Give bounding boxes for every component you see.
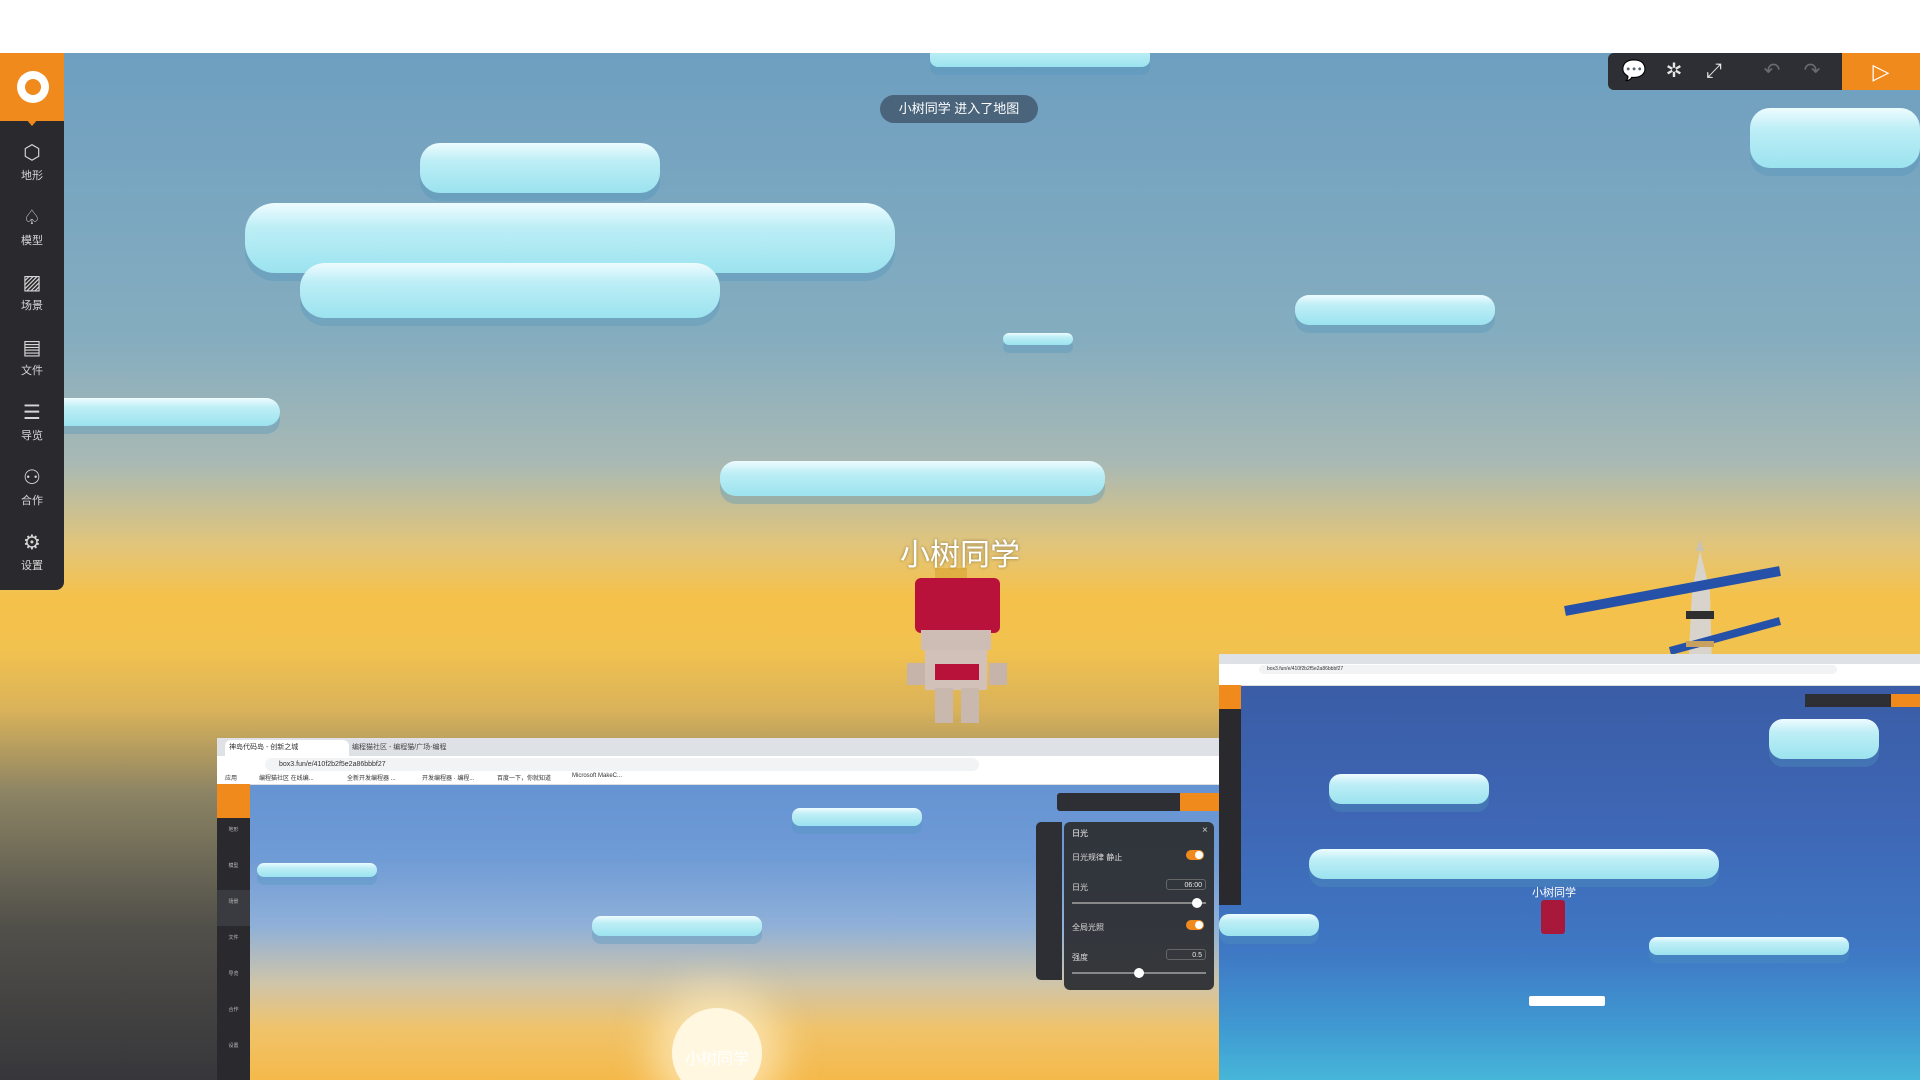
url-field[interactable]: box3.fun/e/410f2b2f5e2a86bbbf27 [265,758,979,771]
sidebar-item-guide[interactable]: ☰ 导览 [0,398,64,458]
sidebar-item-label: 设置 [21,560,43,572]
sun [672,1008,762,1080]
player-avatar [907,568,1007,723]
comment-icon[interactable]: 💬 [1616,53,1652,90]
sidebar-item-label: 合作 [21,495,43,507]
sidebar-item-settings[interactable]: ⚙ 设置 [0,528,64,588]
browser-address-area: box3.fun/e/410f2b2f5e2a86bbbf27 [1219,664,1920,686]
close-icon[interactable]: × [1202,825,1208,836]
cloud [1295,295,1495,325]
inner-sidebar-item[interactable]: 模型 [217,854,250,890]
setting-label: 全局光照 [1072,923,1104,932]
join-notification: 小树同学 进入了地图 [880,95,1038,123]
inner-sidebar: 地形 模型 场景 文件 导览 合作 设置 [217,784,250,1080]
bookmark[interactable]: 编程猫社区 在线编... [259,773,314,782]
cloud [1750,108,1920,168]
url-field[interactable]: box3.fun/e/410f2b2f5e2a86bbbf27 [1259,665,1837,674]
player-name-label: 小树同学 [900,539,1020,572]
bookmark[interactable]: 全新开发编程器 ... [347,773,396,782]
inner-sidebar-item[interactable]: 地形 [217,818,250,854]
sunlight-cycle-toggle[interactable] [1186,850,1204,860]
cloud [300,263,720,318]
bookmark[interactable]: 百度一下，你就知道 [497,773,551,782]
sidebar-item-collab[interactable]: ⚇ 合作 [0,463,64,523]
bug-icon[interactable]: ✲ [1656,53,1692,90]
cloud [420,143,660,193]
setting-label: 日光规律 静止 [1072,853,1123,862]
sidebar-item-label: 地形 [21,170,43,182]
sidebar-item-label: 模型 [21,235,43,247]
chevron-down-icon [26,119,38,126]
panel-tab-strip [1036,822,1062,980]
ime-toolbar[interactable] [1529,996,1605,1006]
browser-tab-bar [1219,654,1920,664]
cloud [930,53,1150,67]
cloud [257,863,377,877]
cloud [1003,333,1073,345]
setting-label: 强度 [1072,953,1088,962]
cloud [1219,914,1319,936]
sidebar-item-label: 导览 [21,430,43,442]
gear-icon: ⚙ [23,532,41,554]
bookmark[interactable]: 应用 [225,773,237,782]
file-icon: ▤ [22,337,42,359]
redo-icon[interactable]: ↷ [1794,53,1830,90]
cloud [720,461,1105,496]
sidebar-item-scene[interactable]: ▨ 场景 [0,268,64,328]
inner-sidebar-item[interactable]: 设置 [217,1034,250,1070]
inner-sidebar [1219,685,1241,905]
slider-handle[interactable] [1192,898,1202,908]
inner-play-button[interactable] [1891,694,1920,707]
browser-address-area: box3.fun/e/410f2b2f5e2a86bbbf27 应用 编程猫社区… [217,756,1220,785]
cloud [1329,774,1489,804]
sunlight-time-input[interactable]: 06:00 [1166,879,1206,890]
inner-play-button[interactable] [1180,793,1220,811]
cloud [792,808,922,826]
bookmark[interactable]: 开发编程器 · 编程... [422,773,474,782]
slider-handle[interactable] [1134,968,1144,978]
users-icon: ⚇ [23,467,41,489]
intensity-input[interactable]: 0.5 [1166,949,1206,960]
sunlight-slider[interactable] [1072,902,1206,904]
player-avatar [1541,900,1565,934]
inner-sidebar-item[interactable]: 文件 [217,926,250,962]
list-icon: ☰ [23,402,41,424]
play-button[interactable]: ▷ [1842,53,1920,90]
sidebar-item-model[interactable]: ♤ 模型 [0,203,64,263]
player-name-label: 小树同学 [1532,887,1576,899]
play-icon: ▷ [1872,59,1890,84]
panel-title: 日光 [1072,829,1088,838]
cube-icon: ⬡ [23,142,41,164]
inner-sidebar-item[interactable]: 导览 [217,962,250,998]
sidebar-item-file[interactable]: ▤ 文件 [0,333,64,393]
inner-logo [1219,685,1241,709]
logo-icon [17,71,49,103]
undo-icon[interactable]: ↶ [1754,53,1790,90]
sidebar-item-label: 文件 [21,365,43,377]
browser-tab-bar: 神岛代码岛 - 创新之城 编程猫社区 - 编程猫/广场-编程 [217,738,1220,756]
player-name-label: 小树同学 [684,1051,749,1068]
cloud [1769,719,1879,759]
cloud [1649,937,1849,955]
fullscreen-icon[interactable]: ⤢ [1696,53,1732,90]
app-logo[interactable] [0,53,64,126]
inner-sidebar-item[interactable]: 合作 [217,998,250,1034]
browser-tab[interactable]: 神岛代码岛 - 创新之城 [225,740,349,756]
bookmark[interactable]: Microsoft MakeC... [572,773,622,779]
sidebar-item-terrain[interactable]: ⬡ 地形 [0,138,64,198]
cloud [592,916,762,936]
global-light-toggle[interactable] [1186,920,1204,930]
inner-sidebar-item[interactable]: 场景 [217,890,250,926]
setting-label: 日光 [1072,883,1088,892]
cloud [1309,849,1719,879]
sunlight-settings-panel: 日光 × 日光规律 静止 日光 06:00 全局光照 强度 0.5 [1064,822,1214,990]
sidebar-item-label: 场景 [21,300,43,312]
inner-logo [217,784,250,818]
rocket-model [1564,539,1782,671]
browser-tab[interactable]: 编程猫社区 - 编程猫/广场-编程 [352,740,472,756]
image-icon: ▨ [22,272,42,294]
embedded-screenshot-right: box3.fun/e/410f2b2f5e2a86bbbf27 小树同学 [1219,654,1920,1080]
bell-icon: ♤ [23,207,41,229]
